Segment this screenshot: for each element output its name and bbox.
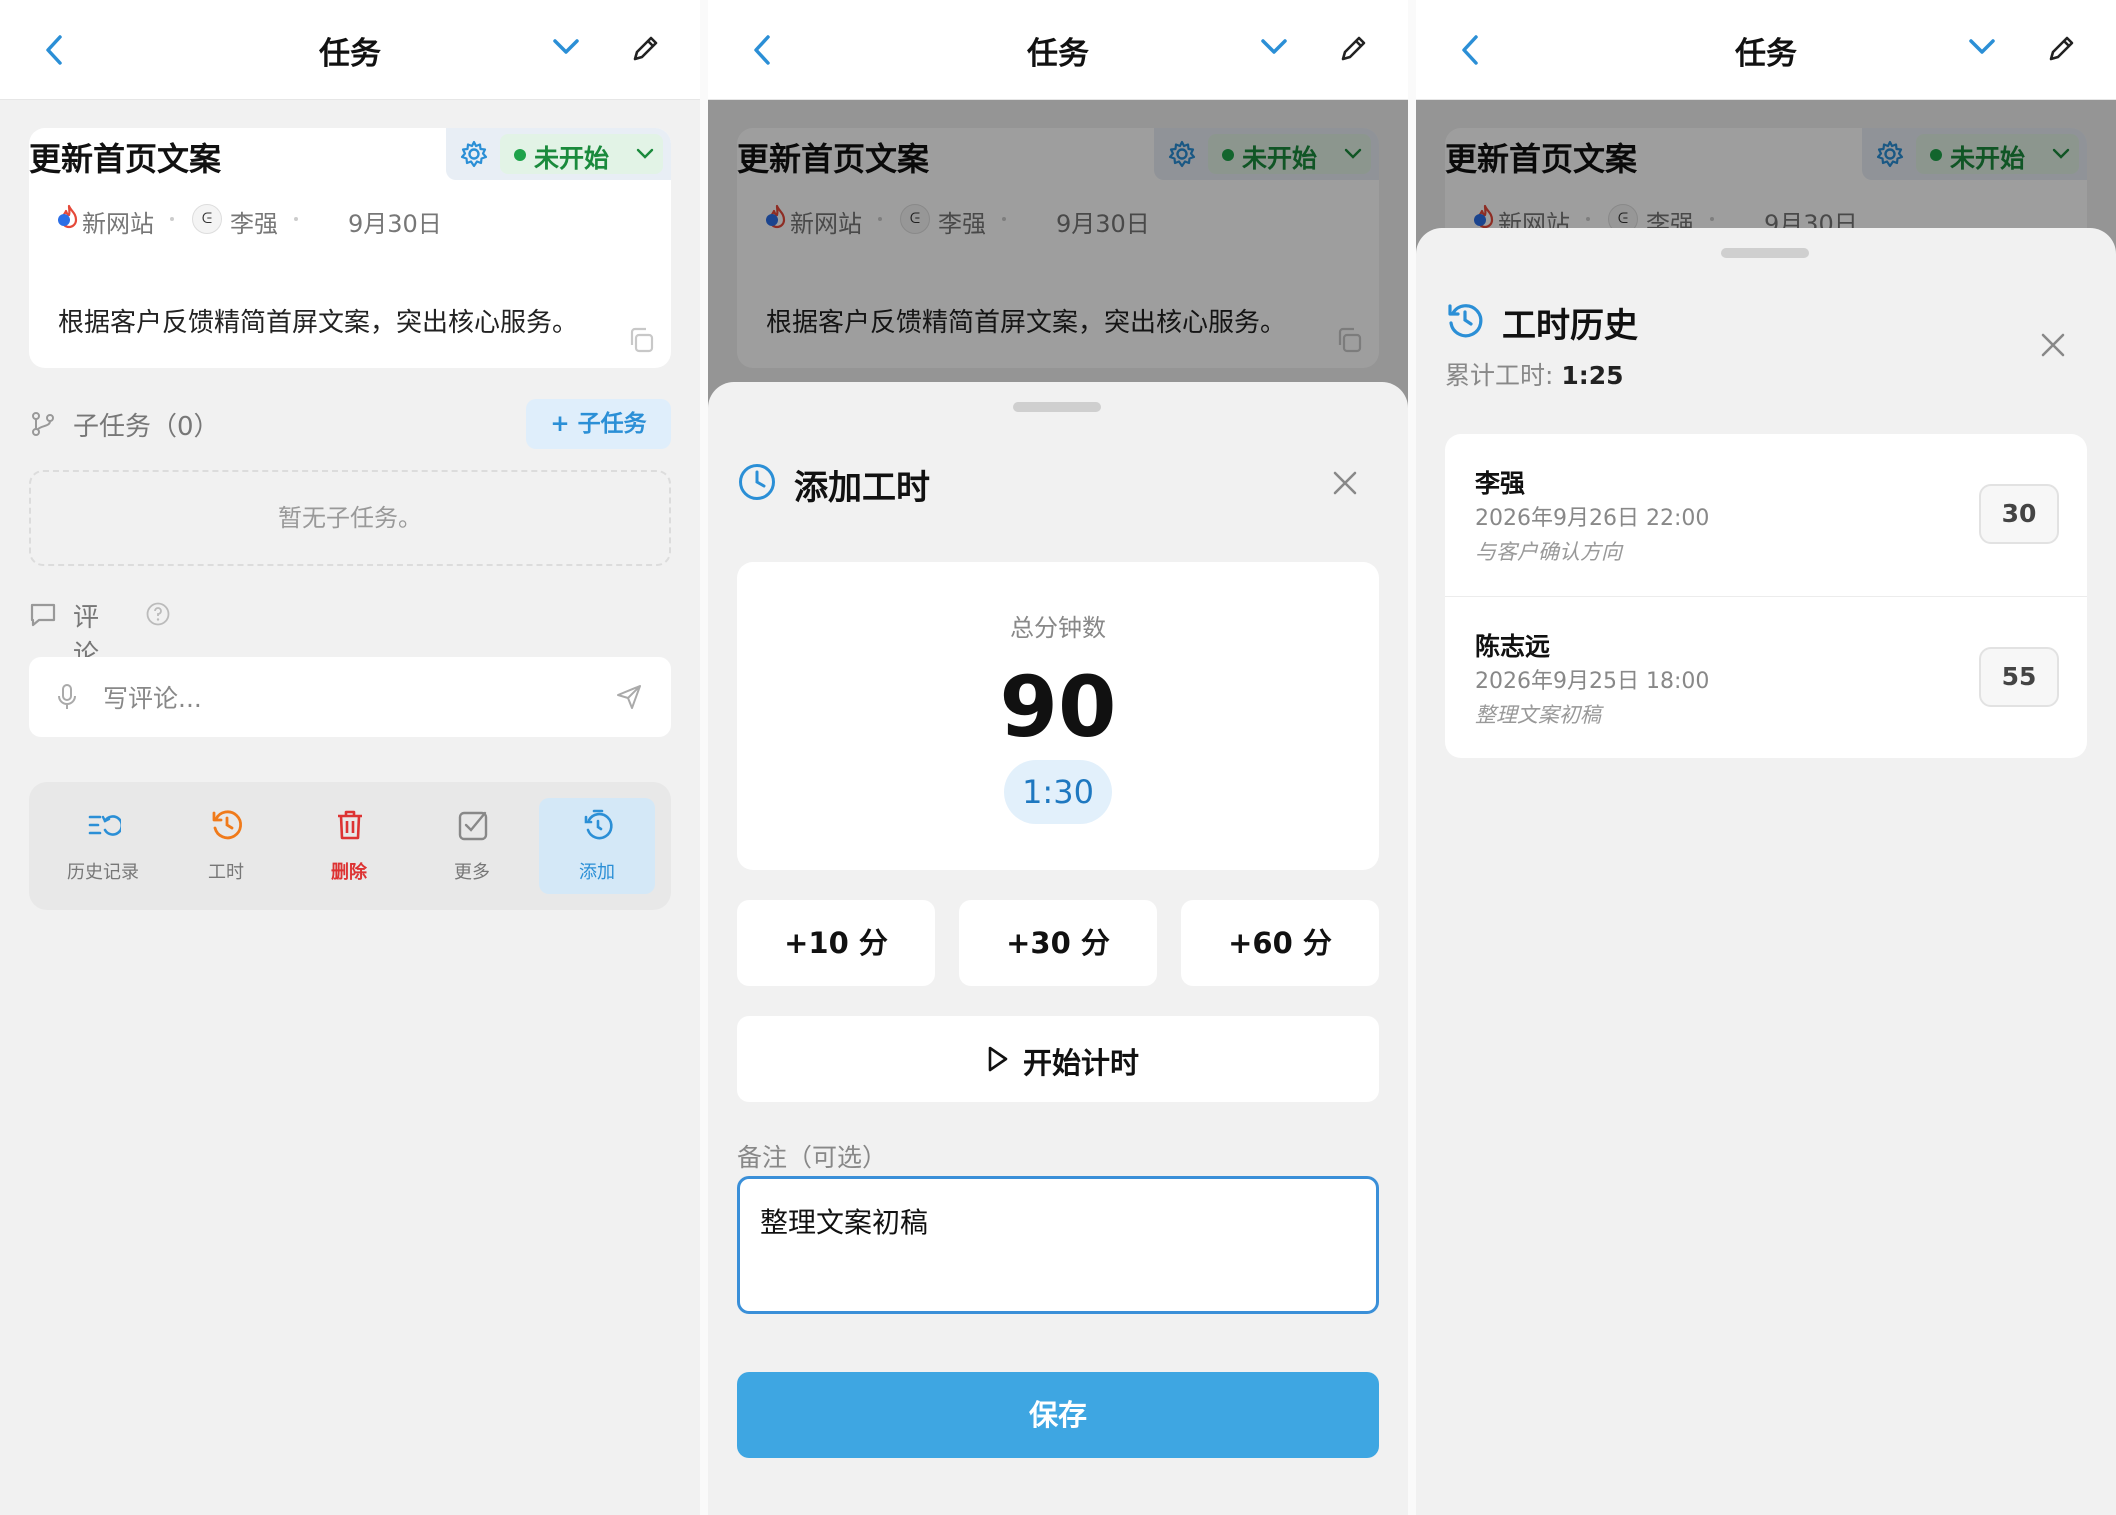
status-dropdown[interactable]: 未开始 xyxy=(500,134,663,174)
send-icon[interactable] xyxy=(615,683,643,711)
add-30-min-button[interactable]: +30 分 xyxy=(959,900,1157,986)
entry-note: 与客户确认方向 xyxy=(1475,540,1622,564)
panel-divider xyxy=(700,0,708,1515)
entry-minutes: 55 xyxy=(1979,647,2059,707)
page-title: 任务 xyxy=(1735,36,1797,72)
entry-user: 李强 xyxy=(1475,469,1526,498)
action-label: 删除 xyxy=(331,862,367,883)
formatted-duration: 1:30 xyxy=(1004,760,1112,824)
project-dot xyxy=(58,214,70,226)
help-icon[interactable] xyxy=(145,601,171,627)
list-item[interactable]: 陈志远 2026年9月25日 18:00 整理文案初稿 55 xyxy=(1445,596,2087,758)
more-button[interactable]: 更多 xyxy=(414,798,530,894)
status-area: 未开始 xyxy=(446,128,671,180)
subtasks-title: 子任务（0） xyxy=(73,412,220,442)
panel-divider xyxy=(1408,0,1416,1515)
copy-icon[interactable] xyxy=(627,326,655,354)
task-meta: 新网站 ᕮ 李强 9月30日 xyxy=(58,204,442,238)
note-label: 备注（可选） xyxy=(737,1143,888,1172)
list-item[interactable]: 李强 2026年9月26日 22:00 与客户确认方向 30 xyxy=(1445,434,2087,596)
total-minutes-value: 90 xyxy=(999,658,1117,756)
add-60-min-button[interactable]: +60 分 xyxy=(1181,900,1379,986)
action-label: 更多 xyxy=(454,862,490,883)
action-label: 历史记录 xyxy=(67,862,139,883)
drag-handle[interactable] xyxy=(1013,402,1101,412)
assignee-name[interactable]: 李强 xyxy=(230,204,278,239)
history-list-icon xyxy=(88,815,121,836)
add-subtask-button[interactable]: + 子任务 xyxy=(526,399,671,449)
comment-icon xyxy=(30,603,56,627)
trash-icon xyxy=(338,810,362,840)
screenshot-root: 任务 更新首页文案 未开始 新网站 ᕮ 李强 9月30日 根据客户反馈精简首屏文… xyxy=(0,0,2116,1515)
task-description: 根据客户反馈精简首屏文案，突出核心服务。 xyxy=(58,308,579,338)
total-minutes-label: 总分钟数 xyxy=(1010,614,1106,642)
comment-placeholder: 写评论... xyxy=(103,684,202,713)
task-detail-panel: 任务 更新首页文案 未开始 新网站 ᕮ 李强 9月30日 根据客户反馈精简首屏文… xyxy=(0,0,700,1515)
gear-icon[interactable] xyxy=(460,140,488,168)
status-label: 未开始 xyxy=(534,144,610,173)
entry-datetime: 2026年9月26日 22:00 xyxy=(1475,506,1710,531)
task-title: 更新首页文案 xyxy=(29,140,222,178)
total-minutes-card: 总分钟数 90 1:30 xyxy=(737,562,1379,870)
delete-button[interactable]: 删除 xyxy=(291,798,407,894)
avatar: ᕮ xyxy=(192,204,222,234)
chevron-down-icon[interactable] xyxy=(1260,38,1288,56)
page-title: 任务 xyxy=(319,36,381,72)
action-label: 工时 xyxy=(208,862,244,883)
entry-note: 整理文案初稿 xyxy=(1475,703,1601,727)
add-time-button[interactable]: 添加 xyxy=(539,798,655,894)
entry-datetime: 2026年9月25日 18:00 xyxy=(1475,669,1710,694)
project-name[interactable]: 新网站 xyxy=(82,204,154,239)
sheet-title: 添加工时 xyxy=(794,468,930,508)
time-history-sheet: 工时历史 累计工时: 1:25 李强 2026年9月26日 22:00 与客户确… xyxy=(1416,228,2116,1515)
entry-user: 陈志远 xyxy=(1475,632,1551,661)
chevron-down-icon[interactable] xyxy=(1968,38,1996,56)
comment-input[interactable]: 写评论... xyxy=(29,657,671,737)
pencil-icon[interactable] xyxy=(2046,34,2076,64)
action-label: 添加 xyxy=(579,862,615,883)
due-date[interactable]: 9月30日 xyxy=(348,204,442,239)
nav-bar: 任务 xyxy=(708,0,1408,100)
checkbox-icon xyxy=(458,811,488,841)
nav-bar: 任务 xyxy=(0,0,700,100)
status-dot xyxy=(514,149,526,161)
subtasks-empty-state: 暂无子任务。 xyxy=(29,470,671,566)
add-10-min-button[interactable]: +10 分 xyxy=(737,900,935,986)
total-hours: 累计工时: 1:25 xyxy=(1445,356,1624,392)
meta-separator xyxy=(294,217,298,221)
timer-add-icon xyxy=(584,809,613,840)
pencil-icon[interactable] xyxy=(630,34,660,64)
add-time-sheet: 添加工时 总分钟数 90 1:30 +10 分 +30 分 +60 分 开始计时… xyxy=(708,382,1408,1515)
chevron-down-icon xyxy=(636,148,654,159)
note-textarea[interactable]: 整理文案初稿 xyxy=(737,1176,1379,1314)
branch-icon xyxy=(32,412,54,436)
sheet-title: 工时历史 xyxy=(1502,306,1638,346)
total-hours-label: 累计工时: xyxy=(1445,361,1554,390)
page-title: 任务 xyxy=(1027,36,1089,72)
close-icon[interactable] xyxy=(1332,470,1358,496)
total-hours-value: 1:25 xyxy=(1561,361,1624,390)
close-icon[interactable] xyxy=(2040,332,2066,358)
microphone-icon[interactable] xyxy=(57,683,77,711)
nav-bar: 任务 xyxy=(1416,0,2116,100)
play-icon xyxy=(988,1046,1008,1072)
start-timer-label: 开始计时 xyxy=(1023,1046,1140,1080)
add-time-panel: 任务 更新首页文案 未开始 新网站 ᕮ 李强 9月30日 根据客户反馈精简首屏文… xyxy=(708,0,1408,1515)
time-log-button[interactable]: 工时 xyxy=(168,798,284,894)
action-bar: 历史记录 工时 删除 更多 添加 xyxy=(29,782,671,910)
entry-minutes: 30 xyxy=(1979,484,2059,544)
drag-handle[interactable] xyxy=(1721,248,1809,258)
pencil-icon[interactable] xyxy=(1338,34,1368,64)
history-icon xyxy=(1448,304,1483,338)
time-entries-list: 李强 2026年9月26日 22:00 与客户确认方向 30 陈志远 2026年… xyxy=(1445,434,2087,758)
start-timer-button[interactable]: 开始计时 xyxy=(737,1016,1379,1102)
meta-separator xyxy=(170,217,174,221)
chevron-down-icon[interactable] xyxy=(552,38,580,56)
clock-history-icon xyxy=(212,810,243,840)
save-button[interactable]: 保存 xyxy=(737,1372,1379,1458)
history-button[interactable]: 历史记录 xyxy=(45,798,161,894)
clock-icon xyxy=(739,464,775,500)
time-history-panel: 任务 更新首页文案 未开始 新网站 ᕮ 李强 9月30日 工时历史 累计工时: … xyxy=(1416,0,2116,1515)
